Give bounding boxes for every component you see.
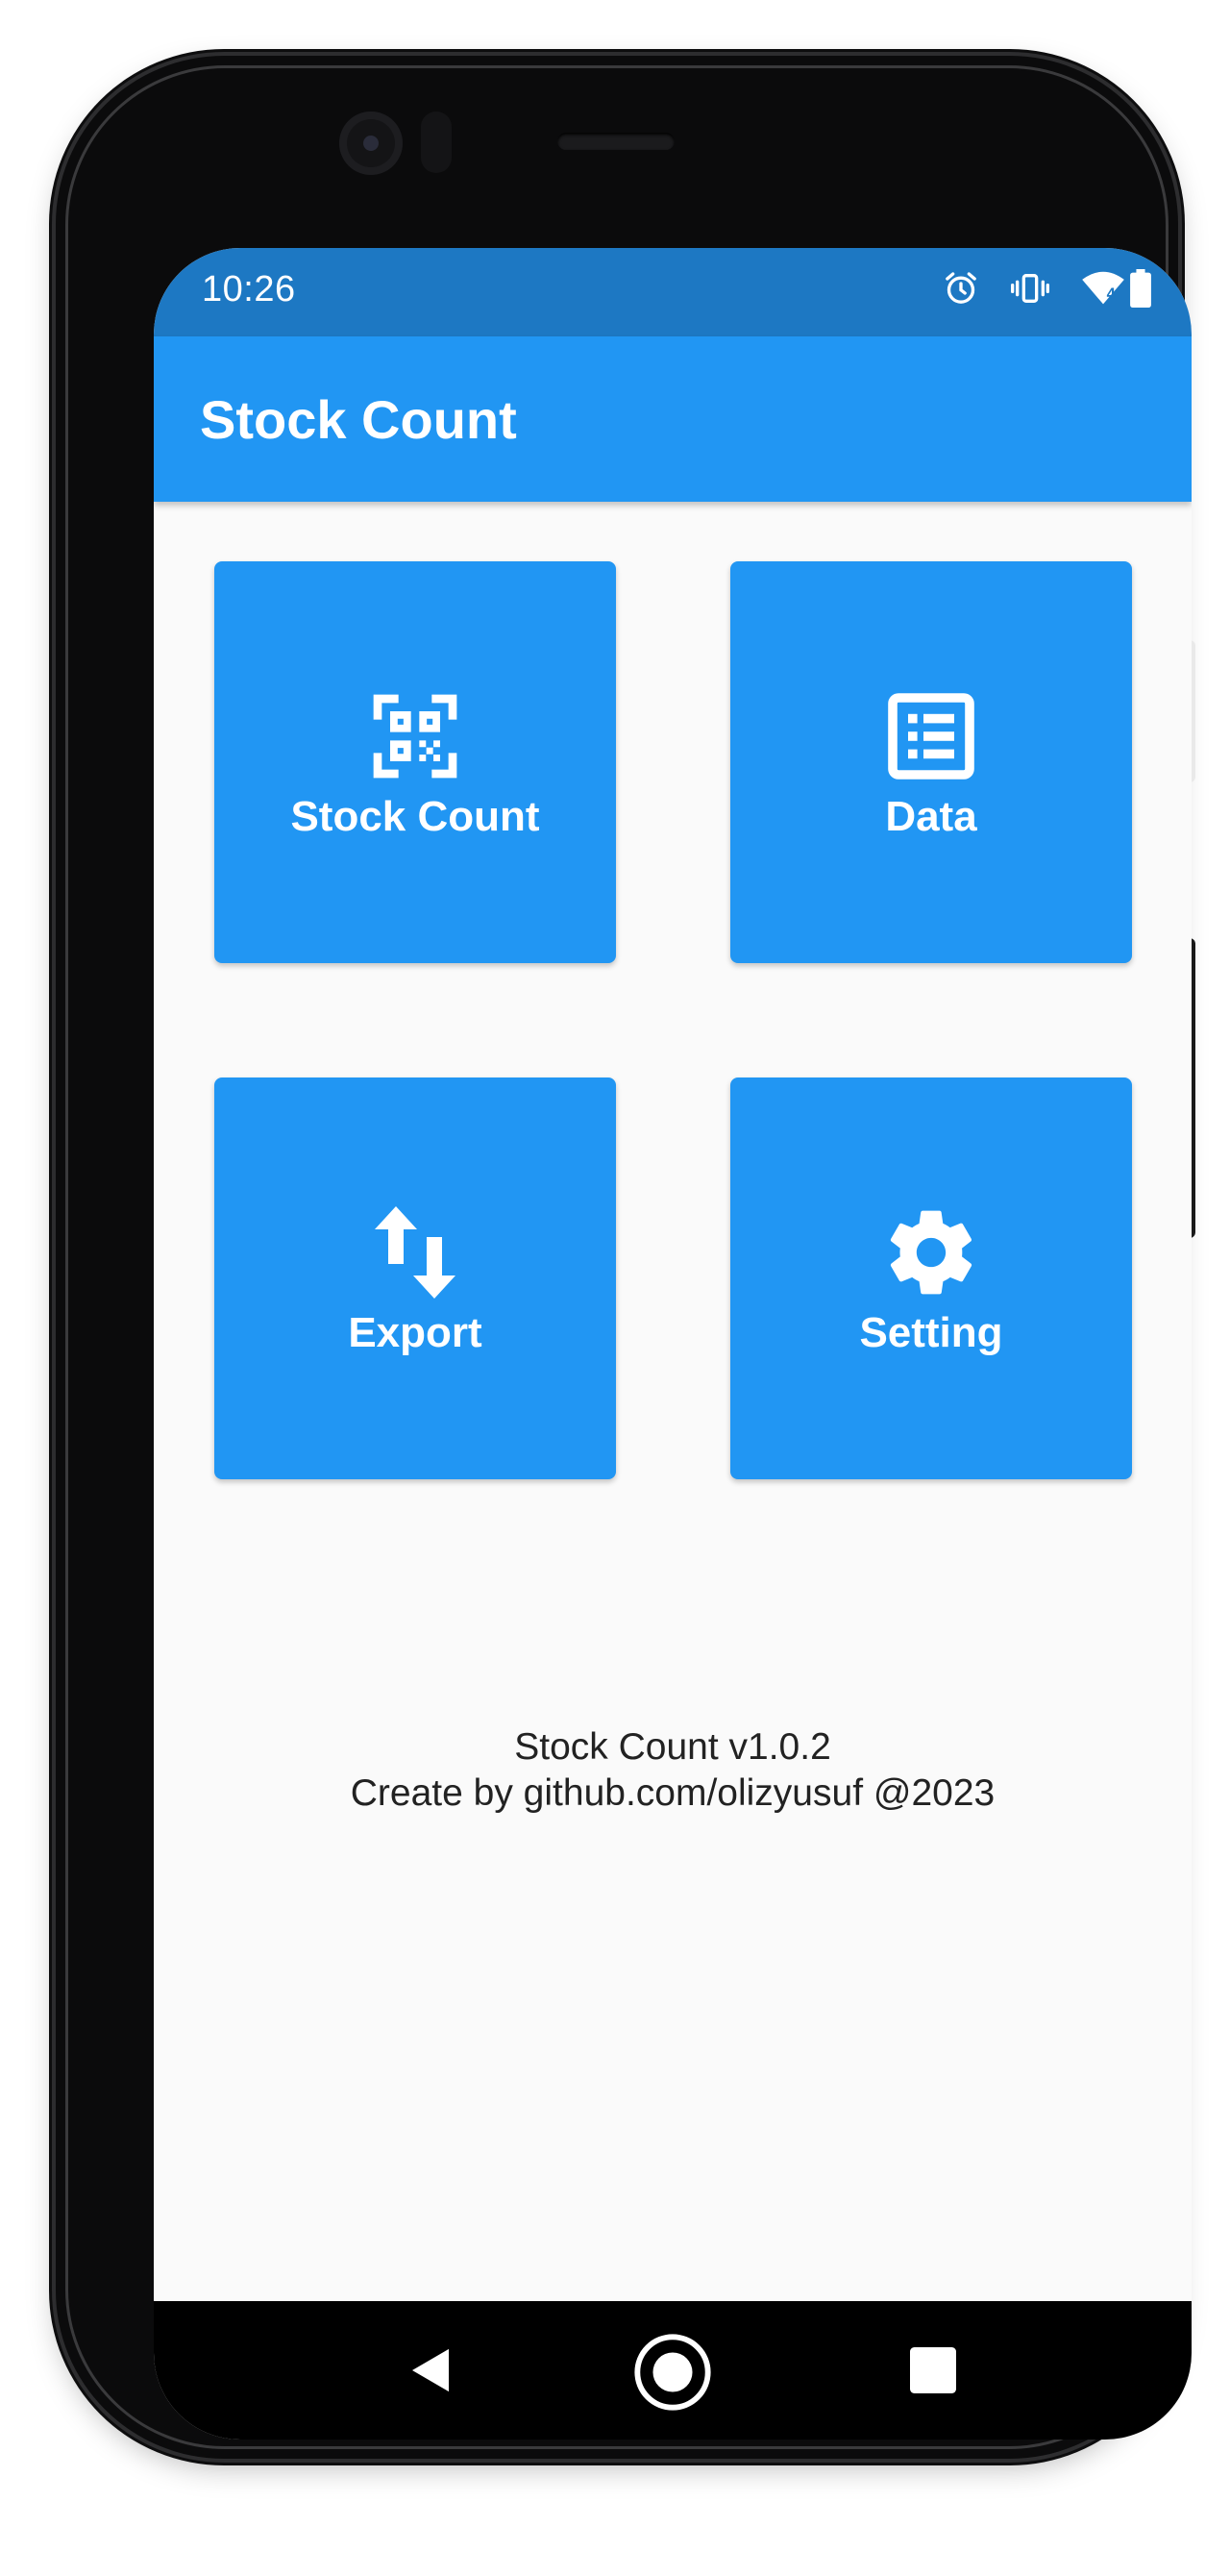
earpiece-speaker [557,133,675,150]
status-icons: 4 [942,269,1151,308]
stock-count-button[interactable]: Stock Count [214,561,616,963]
app-footer: Stock Count v1.0.2 Create by github.com/… [154,1724,1192,1817]
data-label: Data [885,793,977,840]
navigation-bar [154,2301,1192,2440]
qr-scan-icon [362,683,468,789]
battery-icon [1130,269,1151,308]
svg-text:4: 4 [1107,285,1117,303]
app-bar: Stock Count [154,336,1192,502]
front-camera [339,111,403,175]
wifi-icon: 4 [1082,271,1124,305]
recents-icon [910,2347,956,2393]
import-export-icon [362,1200,468,1305]
status-time: 10:26 [202,269,296,310]
gear-icon [878,1200,984,1305]
setting-button[interactable]: Setting [730,1077,1132,1479]
vibrate-icon [1009,269,1051,308]
export-button[interactable]: Export [214,1077,616,1479]
version-text: Stock Count v1.0.2 [514,1726,831,1768]
back-icon [412,2348,449,2392]
alarm-icon [942,269,980,308]
wifi-battery-icons: 4 [1080,269,1151,308]
credit-text: Create by github.com/olizyusuf @2023 [350,1772,996,1814]
proximity-sensor [421,111,452,173]
phone-screen: 10:26 4 Stock Count Stock Count Data Exp… [154,248,1192,2440]
phone-frame: 10:26 4 Stock Count Stock Count Data Exp… [56,56,1195,2459]
recents-button[interactable] [898,2336,968,2410]
home-icon [634,2334,711,2411]
data-button[interactable]: Data [730,561,1132,963]
setting-label: Setting [859,1309,1003,1356]
export-label: Export [348,1309,482,1356]
back-button[interactable] [394,2334,467,2412]
stock-count-label: Stock Count [290,793,540,840]
home-button[interactable] [630,2330,715,2419]
status-bar: 10:26 4 [154,248,1192,336]
list-icon [878,683,984,789]
app-title: Stock Count [200,389,517,450]
